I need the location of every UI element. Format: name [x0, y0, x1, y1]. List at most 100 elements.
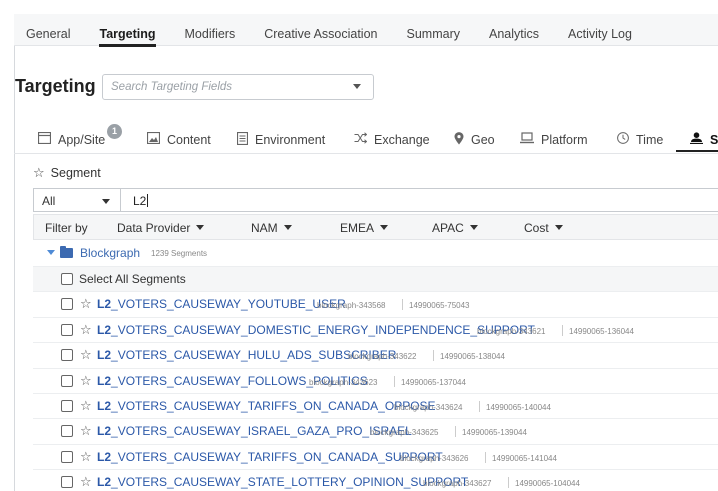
tab-content[interactable]: Content — [146, 131, 211, 147]
tab-label: Content — [167, 132, 211, 147]
segment-row[interactable]: ☆ L2_VOTERS_CAUSEWAY_YOUTUBE_USER blockgra… — [33, 292, 718, 318]
segment-row[interactable]: ☆ L2_VOTERS_CAUSEWAY_ISRAEL_GAZA_PRO_ISRA… — [33, 419, 718, 445]
tab-label: App/Site — [58, 132, 106, 147]
segment-checkbox[interactable] — [61, 298, 73, 311]
filter-emea[interactable]: EMEA — [340, 221, 389, 235]
favorite-star-icon[interactable]: ☆ — [80, 398, 92, 414]
tab-geo[interactable]: Geo — [454, 132, 495, 148]
tab-label: Time — [636, 132, 664, 147]
favorite-star-icon[interactable]: ☆ — [80, 373, 92, 389]
tab-environment[interactable]: Environment — [236, 131, 325, 148]
segment-name[interactable]: L2_VOTERS_CAUSEWAY_TARIFFS_ON_CANADA_SUP… — [97, 450, 443, 464]
segment-row[interactable]: ☆ L2_VOTERS_CAUSEWAY_DOMESTIC_ENERGY_INDE… — [33, 318, 718, 344]
segment-id: blockgraph-343568 — [317, 301, 386, 311]
segment-row[interactable]: ☆ L2_VOTERS_CAUSEWAY_TARIFFS_ON_CANADA_SU… — [33, 445, 718, 471]
tab-app-site[interactable]: App/Site — [37, 131, 106, 147]
tab-modifiers[interactable]: Modifiers — [185, 14, 236, 46]
search-match-highlight: L2 — [97, 449, 112, 464]
tab-targeting[interactable]: Targeting — [99, 14, 156, 47]
filter-apac[interactable]: APAC — [432, 221, 478, 235]
segment-checkbox[interactable] — [61, 476, 73, 489]
segment-checkbox[interactable] — [61, 399, 73, 412]
segment-row[interactable]: ☆ L2_VOTERS_CAUSEWAY_STATE_LOTTERY_OPINIO… — [33, 470, 718, 491]
filter-option-label: Cost — [524, 221, 549, 235]
favorite-star-icon[interactable]: ☆ — [80, 474, 92, 490]
segment-code: 14990065-137044 — [401, 377, 466, 387]
tab-analytics[interactable]: Analytics — [489, 14, 539, 46]
filter-nam[interactable]: NAM — [251, 221, 292, 235]
laptop-icon — [520, 132, 534, 147]
filter-option-label: APAC — [432, 221, 464, 235]
meta-separator — [485, 451, 486, 463]
filter-data-provider[interactable]: Data Provider — [117, 221, 205, 235]
segment-name[interactable]: L2_VOTERS_CAUSEWAY_DOMESTIC_ENERGY_INDEP… — [97, 323, 535, 337]
segment-row[interactable]: ☆ L2_VOTERS_CAUSEWAY_TARIFFS_ON_CANADA_OP… — [33, 394, 718, 420]
tab-creative-association[interactable]: Creative Association — [264, 14, 377, 46]
shuffle-icon — [354, 132, 368, 147]
tab-segment[interactable]: Se — [690, 132, 718, 147]
select-all-row[interactable]: Select All Segments — [33, 267, 718, 293]
segment-name-rest: _VOTERS_CAUSEWAY_ISRAEL_GAZA_PRO_ISRAEL — [111, 424, 412, 439]
chevron-down-icon — [283, 225, 292, 230]
tab-summary[interactable]: Summary — [407, 14, 460, 46]
group-name: Blockgraph — [80, 246, 141, 260]
search-match-highlight: L2 — [97, 348, 112, 363]
document-icon — [236, 131, 249, 148]
folder-icon — [60, 246, 73, 258]
page-title: Targeting — [15, 76, 96, 96]
filter-option-label: NAM — [251, 221, 278, 235]
chevron-down-icon — [554, 225, 563, 230]
segment-id: blockgraph-343623 — [309, 377, 378, 387]
segment-checkbox[interactable] — [61, 349, 73, 362]
search-match-highlight: L2 — [97, 398, 112, 413]
search-match-highlight: L2 — [97, 297, 112, 312]
segment-checkbox[interactable] — [61, 374, 73, 387]
segment-checkbox[interactable] — [61, 450, 73, 463]
tab-activity-log[interactable]: Activity Log — [568, 14, 632, 46]
tab-label: Se — [710, 132, 718, 147]
favorite-star-icon[interactable]: ☆ — [80, 322, 92, 338]
favorite-star-icon[interactable]: ☆ — [80, 347, 92, 363]
filter-label: Filter by — [45, 221, 88, 235]
tab-time[interactable]: Time — [617, 132, 663, 147]
category-tab-bar: App/Site 1 Content Environment Exchange … — [14, 120, 718, 160]
filter-cost[interactable]: Cost — [524, 221, 563, 235]
segment-name[interactable]: L2_VOTERS_CAUSEWAY_TARIFFS_ON_CANADA_OPP… — [97, 399, 436, 413]
segment-name-rest: _VOTERS_CAUSEWAY_YOUTUBE_USER — [111, 297, 346, 312]
tab-label: Geo — [471, 133, 495, 147]
search-match-highlight: L2 — [97, 373, 112, 388]
favorite-star-icon[interactable]: ☆ — [80, 296, 92, 312]
scope-select[interactable]: All — [33, 188, 121, 212]
tab-general[interactable]: General — [26, 14, 70, 46]
segment-id: blockgraph-343622 — [348, 352, 417, 362]
chevron-down-icon — [102, 199, 110, 204]
targeting-field-search[interactable]: Search Targeting Fields — [102, 74, 374, 100]
map-pin-icon — [454, 132, 464, 148]
segment-group-blockgraph[interactable]: Blockgraph 1239 Segments — [33, 240, 718, 267]
segment-search-input[interactable]: L2 — [121, 188, 718, 212]
segment-row[interactable]: ☆ L2_VOTERS_CAUSEWAY_HULU_ADS_SUBSCRIBER b… — [33, 343, 718, 369]
segment-checkbox[interactable] — [61, 425, 73, 438]
segment-checkbox[interactable] — [61, 323, 73, 336]
segment-row[interactable]: ☆ L2_VOTERS_CAUSEWAY_FOLLOWS_POLITICS bloc… — [33, 369, 718, 394]
meta-separator — [394, 375, 395, 387]
segment-code: 14990065-138044 — [440, 352, 505, 362]
favorite-star-icon[interactable]: ☆ — [80, 423, 92, 439]
tab-platform[interactable]: Platform — [520, 132, 588, 147]
select-all-checkbox[interactable] — [61, 273, 73, 285]
caret-down-icon[interactable] — [47, 250, 55, 255]
segment-code: 14990065-139044 — [462, 428, 527, 438]
segment-code: 14990065-136044 — [569, 326, 634, 336]
segment-name-rest: _VOTERS_CAUSEWAY_DOMESTIC_ENERGY_INDEPEN… — [111, 322, 535, 337]
segment-id: blockgraph-343624 — [394, 402, 463, 412]
search-match-highlight: L2 — [97, 322, 112, 337]
segment-name[interactable]: L2_VOTERS_CAUSEWAY_YOUTUBE_USER — [97, 297, 346, 311]
tab-exchange[interactable]: Exchange — [354, 132, 430, 147]
segment-name[interactable]: L2_VOTERS_CAUSEWAY_STATE_LOTTERY_OPINION… — [97, 475, 468, 489]
segment-name-rest: _VOTERS_CAUSEWAY_TARIFFS_ON_CANADA_SUPPO… — [111, 449, 443, 464]
segment-name[interactable]: L2_VOTERS_CAUSEWAY_ISRAEL_GAZA_PRO_ISRAE… — [97, 424, 412, 438]
search-placeholder: Search Targeting Fields — [111, 81, 233, 93]
favorite-star-icon[interactable]: ☆ — [80, 449, 92, 465]
meta-separator — [402, 299, 403, 311]
search-match-highlight: L2 — [97, 424, 112, 439]
